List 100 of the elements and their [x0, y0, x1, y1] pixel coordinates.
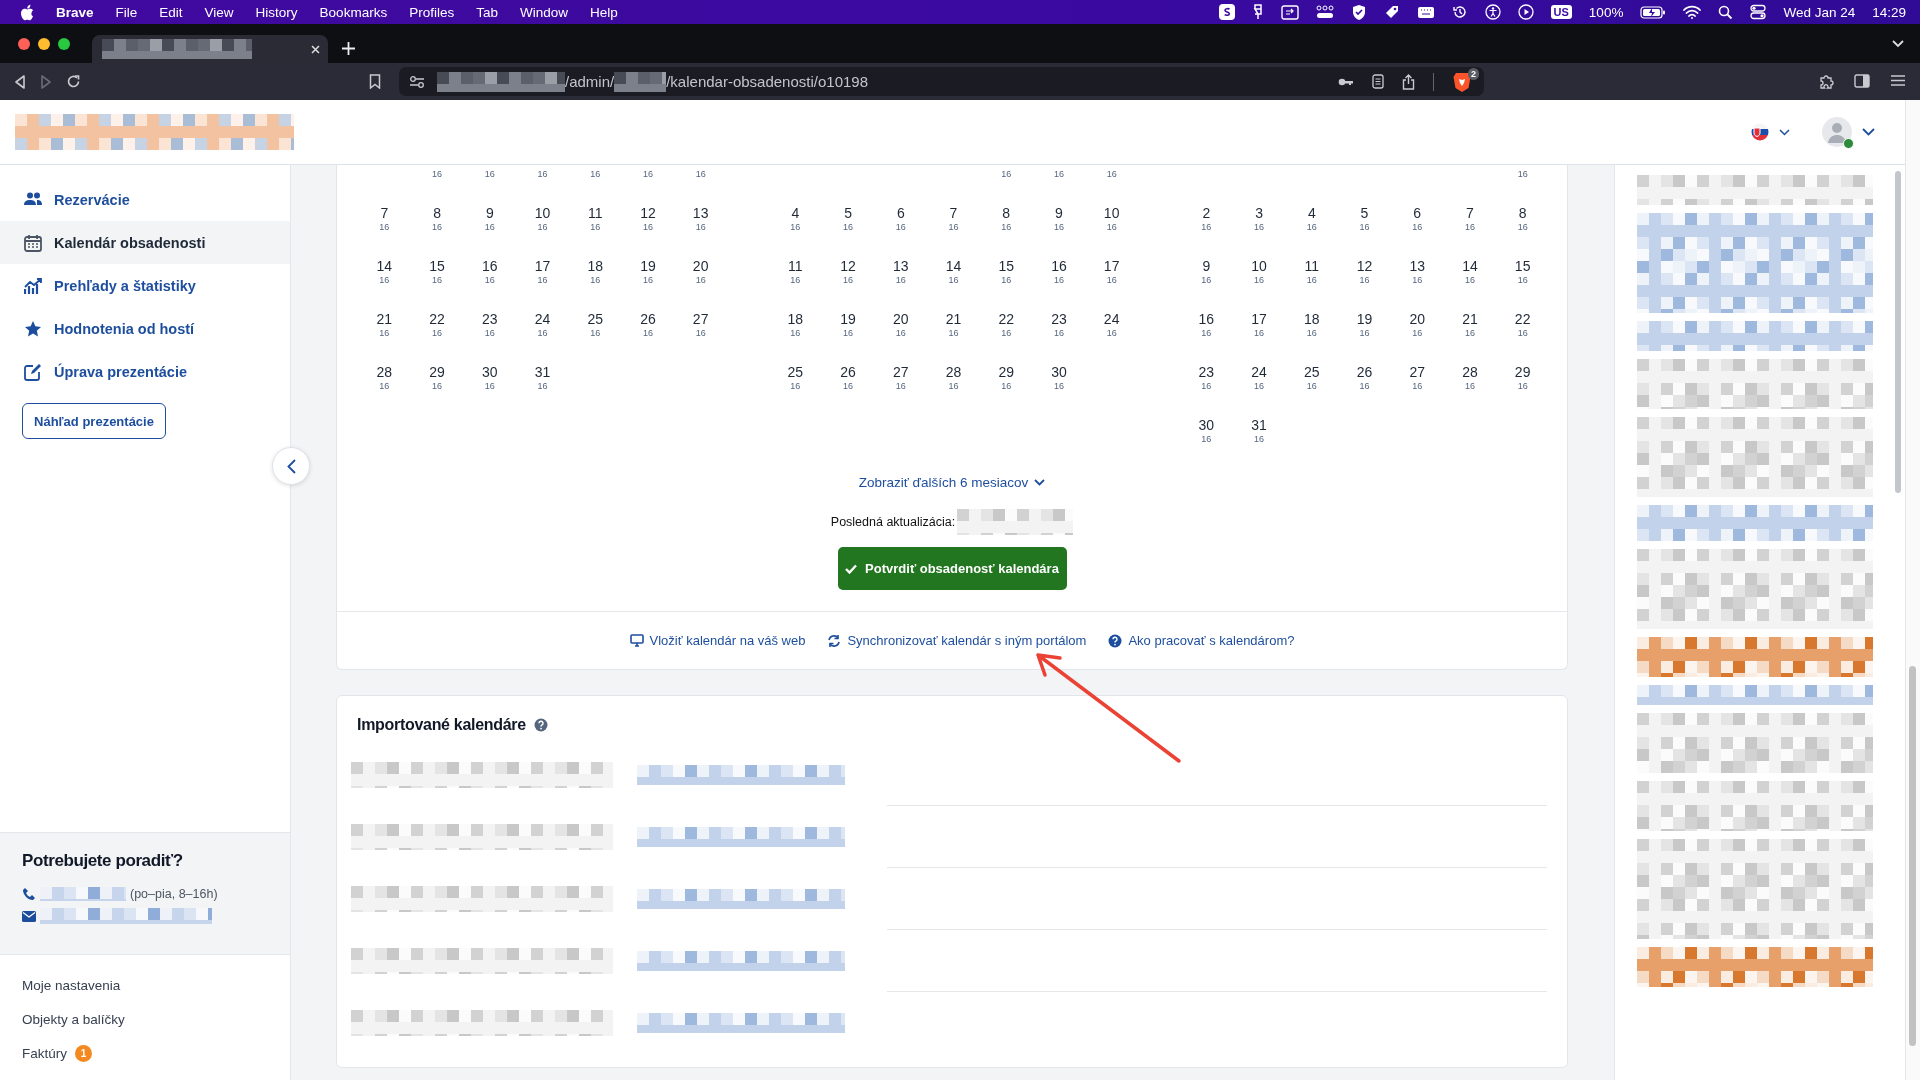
day-number[interactable]: 16: [482, 258, 498, 275]
day-number[interactable]: 31: [534, 364, 551, 381]
day-number[interactable]: 9: [485, 205, 494, 222]
day-number[interactable]: 24: [1103, 311, 1120, 328]
day-number[interactable]: 23: [1198, 364, 1215, 381]
day-number[interactable]: 19: [840, 311, 856, 328]
day-number[interactable]: 25: [1304, 364, 1320, 381]
day-number[interactable]: 20: [1409, 311, 1425, 328]
menu-item[interactable]: History: [255, 4, 298, 20]
day-number[interactable]: 4: [791, 205, 800, 222]
day-number[interactable]: 27: [1409, 364, 1425, 381]
day-number[interactable]: 14: [945, 258, 962, 275]
menu-item[interactable]: Window: [519, 4, 568, 20]
day-number[interactable]: 12: [840, 258, 856, 275]
day-number[interactable]: 28: [1462, 364, 1478, 381]
day-number[interactable]: 12: [1356, 258, 1373, 275]
day-number[interactable]: 11: [1304, 258, 1320, 275]
day-number[interactable]: 20: [692, 258, 709, 275]
day-number[interactable]: 25: [787, 364, 804, 381]
day-number[interactable]: 8: [433, 205, 441, 222]
day-number[interactable]: 18: [1304, 311, 1320, 328]
menu-item[interactable]: Help: [589, 4, 618, 20]
menu-item[interactable]: File: [115, 4, 138, 20]
day-number[interactable]: 10: [1251, 258, 1267, 275]
day-number[interactable]: 17: [534, 258, 551, 275]
day-number[interactable]: 31: [1251, 417, 1267, 434]
day-number[interactable]: 24: [534, 311, 551, 328]
day-number[interactable]: 6: [896, 205, 905, 222]
sidebar-item[interactable]: Úprava prezentácie: [0, 350, 290, 393]
day-number[interactable]: 13: [893, 258, 909, 275]
menu-item[interactable]: Brave: [56, 4, 94, 20]
day-number[interactable]: 9: [1055, 205, 1063, 222]
calendar-link[interactable]: Synchronizovať kalendár s iným portálom: [827, 633, 1087, 648]
day-number[interactable]: 29: [998, 364, 1014, 381]
day-number[interactable]: 15: [429, 258, 445, 275]
day-number[interactable]: 30: [1198, 417, 1215, 434]
sidebar-item[interactable]: Prehľady a štatistiky: [0, 264, 290, 307]
day-number[interactable]: 16: [1198, 311, 1215, 328]
day-number[interactable]: 8: [1518, 205, 1527, 222]
day-number[interactable]: 17: [1103, 258, 1120, 275]
day-number[interactable]: 10: [1103, 205, 1120, 222]
day-number[interactable]: 6: [1413, 205, 1422, 222]
menu-item[interactable]: View: [204, 4, 234, 20]
day-number[interactable]: 22: [1514, 311, 1531, 328]
day-number[interactable]: 22: [998, 311, 1014, 328]
day-number[interactable]: 7: [949, 205, 958, 222]
day-number[interactable]: 4: [1307, 205, 1316, 222]
day-number[interactable]: 19: [640, 258, 656, 275]
day-number[interactable]: 9: [1202, 258, 1211, 275]
address-bar[interactable]: /admin/ /kalendar-obsadenosti/o10198 2: [399, 67, 1484, 96]
day-number[interactable]: 21: [945, 311, 962, 328]
sidebar-item[interactable]: Kalendár obsadenosti: [0, 221, 290, 264]
day-number[interactable]: 8: [1002, 205, 1011, 222]
date[interactable]: Wed Jan 24: [1783, 4, 1856, 20]
day-number[interactable]: 14: [1462, 258, 1478, 275]
day-number[interactable]: 21: [376, 311, 393, 328]
confirm-button[interactable]: Potvrdiť obsadenosť kalendára: [837, 547, 1067, 590]
menu-item[interactable]: Bookmarks: [319, 4, 388, 20]
day-number[interactable]: 5: [1360, 205, 1369, 222]
day-number[interactable]: 17: [1251, 311, 1267, 328]
day-number[interactable]: 23: [1051, 311, 1067, 328]
menu-item[interactable]: Edit: [159, 4, 183, 20]
sidebar-link[interactable]: Moje nastavenia: [22, 978, 121, 993]
day-number[interactable]: 15: [1514, 258, 1531, 275]
day-number[interactable]: 12: [640, 205, 656, 222]
preview-button[interactable]: Náhľad prezentácie: [22, 403, 166, 439]
day-number[interactable]: 7: [1466, 205, 1474, 222]
sidebar-link[interactable]: Faktúry: [22, 1046, 67, 1061]
day-number[interactable]: 25: [587, 311, 603, 328]
day-number[interactable]: 28: [376, 364, 393, 381]
day-number[interactable]: 27: [893, 364, 909, 381]
day-number[interactable]: 11: [788, 258, 803, 275]
day-number[interactable]: 19: [1356, 311, 1373, 328]
sidebar-link[interactable]: Objekty a balíčky: [22, 1012, 125, 1027]
sidebar-item[interactable]: Rezervácie: [0, 178, 290, 221]
show-more-link[interactable]: Zobraziť ďalších 6 mesiacov: [858, 475, 1046, 490]
day-number[interactable]: 26: [1356, 364, 1373, 381]
day-number[interactable]: 2: [1202, 205, 1211, 222]
day-number[interactable]: 21: [1462, 311, 1478, 328]
calendar-link[interactable]: Ako pracovať s kalendárom?: [1108, 633, 1295, 648]
day-number[interactable]: 30: [1051, 364, 1067, 381]
day-number[interactable]: 28: [945, 364, 962, 381]
day-number[interactable]: 14: [376, 258, 393, 275]
day-number[interactable]: 26: [640, 311, 656, 328]
calendar-link[interactable]: Vložiť kalendár na váš web: [629, 633, 806, 648]
day-number[interactable]: 23: [482, 311, 498, 328]
day-number[interactable]: 18: [587, 258, 603, 275]
day-number[interactable]: 30: [482, 364, 498, 381]
day-number[interactable]: 29: [429, 364, 445, 381]
day-number[interactable]: 27: [692, 311, 709, 328]
menu-item[interactable]: Profiles: [409, 4, 455, 20]
day-number[interactable]: 29: [1514, 364, 1531, 381]
sidebar-item[interactable]: Hodnotenia od hostí: [0, 307, 290, 350]
day-number[interactable]: 13: [692, 205, 709, 222]
input-source[interactable]: US: [1550, 5, 1572, 19]
day-number[interactable]: 3: [1255, 205, 1263, 222]
day-number[interactable]: 5: [844, 205, 852, 222]
day-number[interactable]: 13: [1409, 258, 1425, 275]
day-number[interactable]: 7: [380, 205, 389, 222]
menu-item[interactable]: Tab: [476, 4, 498, 20]
